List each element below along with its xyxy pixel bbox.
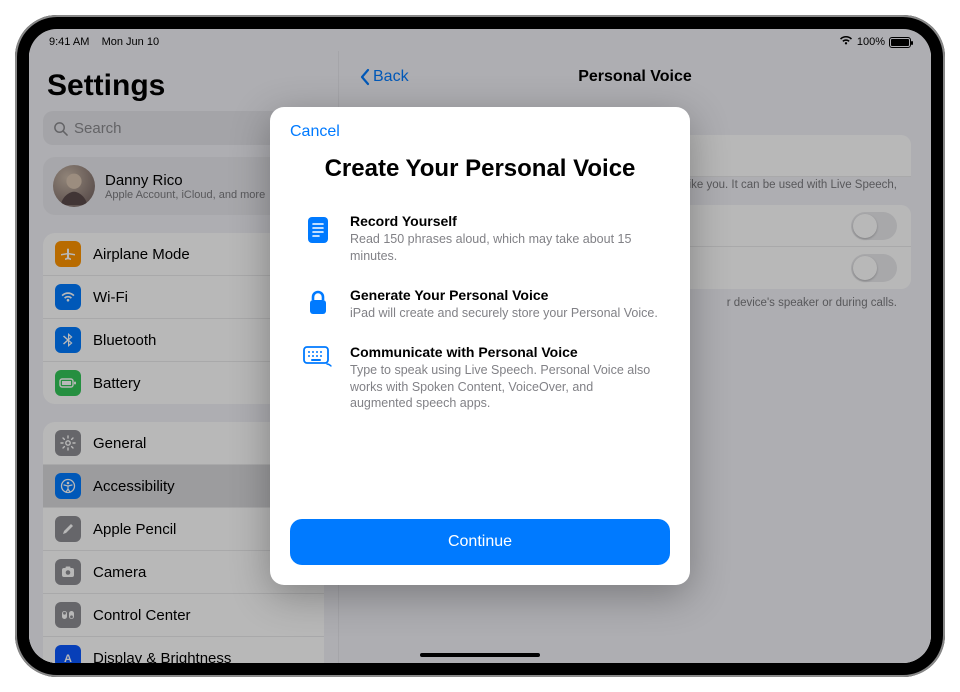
feature-title: Communicate with Personal Voice (350, 344, 658, 360)
lock-icon (302, 287, 334, 322)
feature-body: Read 150 phrases aloud, which may take a… (350, 231, 658, 265)
feature-record: Record Yourself Read 150 phrases aloud, … (302, 213, 658, 265)
feature-title: Generate Your Personal Voice (350, 287, 658, 303)
document-icon (302, 213, 334, 265)
cancel-button[interactable]: Cancel (290, 123, 670, 141)
feature-generate: Generate Your Personal Voice iPad will c… (302, 287, 658, 322)
modal-title: Create Your Personal Voice (310, 155, 650, 183)
create-personal-voice-modal: Cancel Create Your Personal Voice Record… (270, 107, 690, 585)
feature-communicate: Communicate with Personal Voice Type to … (302, 344, 658, 413)
feature-body: Type to speak using Live Speech. Persona… (350, 362, 658, 413)
keyboard-icon (302, 344, 334, 413)
continue-button[interactable]: Continue (290, 519, 670, 565)
feature-body: iPad will create and securely store your… (350, 305, 658, 322)
feature-title: Record Yourself (350, 213, 658, 229)
home-indicator[interactable] (420, 653, 540, 657)
